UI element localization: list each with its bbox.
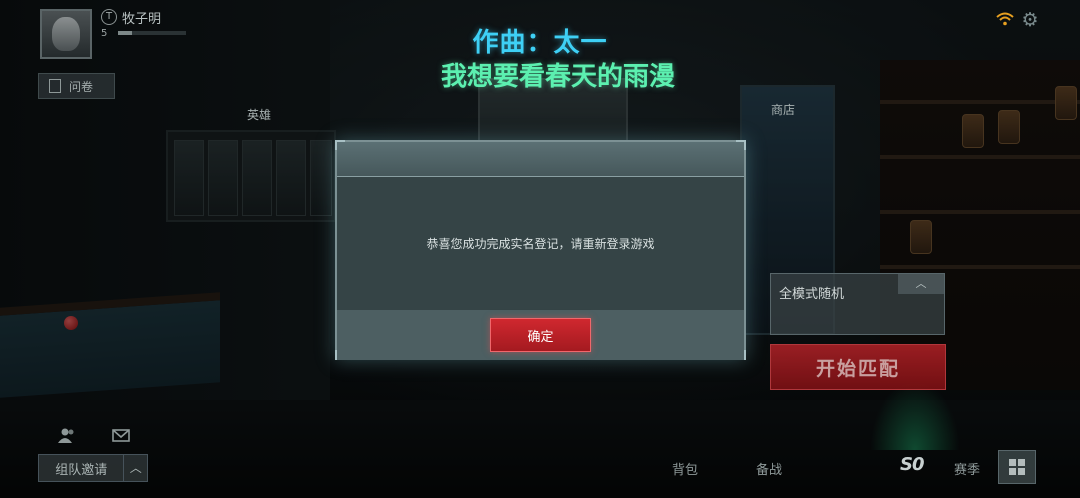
tab-loadout[interactable]: 备战 [756, 459, 782, 478]
confirm-label: 确定 [527, 329, 554, 345]
verification-success-dialog: 恭喜您成功完成实名登记，请重新登录游戏 确定 [335, 140, 746, 360]
tab-season[interactable]: 赛季 [954, 459, 980, 478]
dialog-message: 恭喜您成功完成实名登记，请重新登录游戏 [426, 237, 655, 251]
mode-label: 全模式随机 [779, 287, 845, 302]
mail-icon[interactable] [112, 427, 130, 443]
shop-area-label[interactable]: 商店 [771, 101, 795, 118]
gear-icon[interactable]: ⚙ [1020, 10, 1040, 30]
start-match-button[interactable]: 开始匹配 [770, 344, 946, 390]
grid-icon[interactable] [998, 450, 1036, 484]
season-logo: S0 [900, 454, 924, 475]
grid-cell [1018, 468, 1025, 475]
team-invite-button[interactable]: 组队邀请 ︿ [38, 454, 148, 482]
song-composer: 作曲：太一 [472, 28, 608, 58]
tab-backpack[interactable]: 背包 [672, 459, 698, 478]
hero-area-label[interactable]: 英雄 [247, 106, 271, 123]
mode-selector[interactable]: 全模式随机 ︿ [770, 273, 945, 335]
wifi-icon [996, 12, 1014, 26]
start-match-label: 开始匹配 [815, 357, 900, 380]
team-invite-label: 组队邀请 [55, 462, 108, 478]
grid-cell [1009, 468, 1016, 475]
confirm-button[interactable]: 确定 [490, 318, 591, 352]
chevron-up-icon[interactable]: ︿ [123, 455, 147, 481]
people-icon[interactable] [58, 427, 76, 443]
chevron-up-icon[interactable]: ︿ [898, 274, 944, 294]
dialog-footer: 确定 [337, 310, 744, 360]
dialog-body: 恭喜您成功完成实名登记，请重新登录游戏 [337, 177, 744, 310]
song-title: 我想要看春天的雨漫 [440, 62, 675, 92]
grid-cell [1009, 459, 1016, 466]
grid-cell [1018, 459, 1025, 466]
dialog-header [337, 142, 744, 177]
